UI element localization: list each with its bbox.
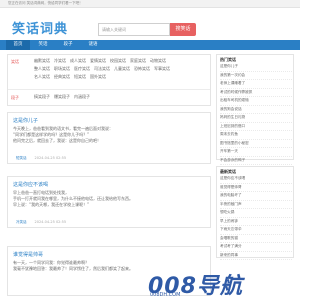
hot-jokes-list: 这是你儿子 我的第一次约会 老师上课睡着了 考试的时候作弊被抓 出租车司机的烦恼… xyxy=(220,63,292,165)
header: 笑话词典 请输入关键词 搜笑话 xyxy=(0,8,300,37)
list-item[interactable]: 会唱歌的猫 xyxy=(220,235,292,243)
list-item[interactable]: 这是你应不该喝 xyxy=(220,175,292,184)
list-item[interactable]: 我的电脑坏了 xyxy=(220,192,292,201)
category-link[interactable]: 校园笑话 xyxy=(110,58,126,64)
category-link[interactable]: 爆笑段子 xyxy=(54,94,70,100)
category-label-jokes: 笑话 xyxy=(11,59,19,64)
article-date: 2024-04-25 02:55 xyxy=(34,220,67,224)
category-link[interactable]: 爱情笑话 xyxy=(90,58,106,64)
list-item[interactable]: 谁觉得是帅哥 xyxy=(220,184,292,192)
article-title[interactable]: 这是你应不该喝 xyxy=(13,181,48,188)
hot-jokes-panel: 热门笑话 这是你儿子 我的第一次约会 老师上课睡着了 考试的时候作弊被抓 出租车… xyxy=(216,54,294,165)
category-link[interactable]: 成人笑话 xyxy=(70,58,86,64)
article-date: 2024-04-25 02:55 xyxy=(34,156,67,160)
list-item[interactable]: 上班迟到的借口 xyxy=(220,123,292,131)
list-item[interactable]: 开车第一天 xyxy=(220,148,292,157)
nav-item-riddles[interactable]: 谜语 xyxy=(81,40,105,50)
article-meta: 冷笑话 2024-04-25 02:55 xyxy=(13,220,66,225)
list-item[interactable]: 不会游泳的鸭子 xyxy=(220,157,292,165)
list-item[interactable]: 想吃火锅 xyxy=(220,209,292,218)
article-card: 这是你儿子 今天晚上，爸爸看到我的语文书，看完一遍后面对我说： “同学们都是这样… xyxy=(7,112,211,164)
category-link[interactable]: 儿童笑话 xyxy=(114,66,130,72)
watermark-sub: 008DH.COM xyxy=(150,292,181,298)
category-link[interactable]: 医疗笑话 xyxy=(74,66,90,72)
category-row: 名人笑话 经典笑话 短笑话 国外笑话 xyxy=(34,74,210,80)
article-tag[interactable]: 冷笑话 xyxy=(16,220,27,224)
category-link[interactable]: 动物笑话 xyxy=(150,58,166,64)
article-tag[interactable]: 短笑话 xyxy=(16,156,27,160)
article-title[interactable]: 这是你儿子 xyxy=(13,117,38,124)
category-link[interactable]: 军事笑话 xyxy=(154,66,170,72)
category-label-duanzi: 段子 xyxy=(11,95,19,100)
category-link[interactable]: 搞笑段子 xyxy=(34,94,50,100)
category-link[interactable]: 名人笑话 xyxy=(34,74,50,80)
category-link[interactable]: 职场笑话 xyxy=(54,66,70,72)
article-line: 他问完之后，就回去了，我说：这是你自己的吧！ xyxy=(13,138,101,143)
category-link[interactable]: 整人笑话 xyxy=(34,66,50,72)
article-title[interactable]: 谁觉得是帅哥 xyxy=(13,251,43,258)
category-link[interactable]: 冷笑话 xyxy=(54,58,66,64)
article-body: 今天晚上，爸爸看到我的语文书，看完一遍后面对我说： “同学们都是这样学的吗？这是… xyxy=(13,126,205,144)
article-body: 早上爸爸一直打电话到处找我， 手机一打开就问我在哪里，为什么不接他电话，还让我给… xyxy=(13,190,205,208)
list-item[interactable]: 新来的同事 xyxy=(220,252,292,260)
list-item[interactable]: 下雨天忘带伞 xyxy=(220,226,292,235)
top-bar-text: 您正在访问 笑话词典网，快给同学们看一下吧！ xyxy=(8,1,83,5)
article-card: 这是你应不该喝 早上爸爸一直打电话到处找我， 手机一打开就问我在哪里，为什么不接… xyxy=(7,176,211,228)
category-row: 搞笑段子 爆笑段子 内涵段子 xyxy=(34,94,210,100)
site-logo[interactable]: 笑话词典 xyxy=(12,18,68,37)
category-link[interactable]: 内涵段子 xyxy=(74,94,90,100)
category-link[interactable]: 恐怖笑话 xyxy=(134,66,150,72)
nav-item-jokes[interactable]: 笑话 xyxy=(31,40,55,50)
search-input[interactable]: 请输入关键词 xyxy=(98,23,170,36)
category-link[interactable]: 幽默笑话 xyxy=(34,58,50,64)
category-divider xyxy=(8,89,210,90)
category-box: 笑话 幽默笑话 冷笑话 成人笑话 爱情笑话 校园笑话 家庭笑话 动物笑话 整人笑话 职场笑话医… xyxy=(7,54,211,106)
list-item[interactable]: 出租车司机的烦恼 xyxy=(220,97,292,106)
main-nav: 首页 笑话 段子 谜语 xyxy=(0,40,300,50)
category-link[interactable]: 司法笑话 xyxy=(94,66,110,72)
new-jokes-panel: 最新笑话 这是你应不该喝 谁觉得是帅哥 我的电脑坏了 半夜的敲门声 想吃火锅 早… xyxy=(216,166,294,260)
new-jokes-list: 这是你应不该喝 谁觉得是帅哥 我的电脑坏了 半夜的敲门声 想吃火锅 早上的闹钟 … xyxy=(220,175,292,260)
list-item[interactable]: 我的狗会说话 xyxy=(220,106,292,114)
category-row: 整人笑话 职场笑话 医疗笑话 司法笑话 儿童笑话 恐怖笑话 军事笑话 xyxy=(34,66,210,72)
list-item[interactable]: 早上的闹钟 xyxy=(220,218,292,226)
list-item[interactable]: 考试的时候作弊被抓 xyxy=(220,89,292,97)
top-bar: 您正在访问 笑话词典网，快给同学们看一下吧！ xyxy=(0,0,300,8)
list-item[interactable]: 图书馆里的小秘密 xyxy=(220,140,292,148)
search-button[interactable]: 搜笑话 xyxy=(170,23,196,36)
list-item[interactable]: 老师上课睡着了 xyxy=(220,80,292,89)
list-item[interactable]: 这是你儿子 xyxy=(220,63,292,72)
nav-item-duanzi[interactable]: 段子 xyxy=(56,40,80,50)
list-item[interactable]: 周末去钓鱼 xyxy=(220,131,292,140)
category-link[interactable]: 经典笑话 xyxy=(54,74,70,80)
list-item[interactable]: 半夜的敲门声 xyxy=(220,201,292,209)
nav-item-home[interactable]: 首页 xyxy=(6,40,30,50)
watermark: 008导航 008DH.COM xyxy=(110,268,290,299)
category-link[interactable]: 短笑话 xyxy=(74,74,86,80)
list-item[interactable]: 我的第一次约会 xyxy=(220,72,292,80)
article-line: 早上说：“我的天哪，我还在学校上课呢！” xyxy=(13,202,90,207)
category-link[interactable]: 家庭笑话 xyxy=(130,58,146,64)
list-item[interactable]: 考试考了满分 xyxy=(220,243,292,252)
list-item[interactable]: 妈妈的生日礼物 xyxy=(220,114,292,123)
article-meta: 短笑话 2024-04-25 02:55 xyxy=(13,156,66,161)
category-link[interactable]: 国外笑话 xyxy=(90,74,106,80)
category-row: 幽默笑话 冷笑话 成人笑话 爱情笑话 校园笑话 家庭笑话 动物笑话 xyxy=(34,58,210,64)
